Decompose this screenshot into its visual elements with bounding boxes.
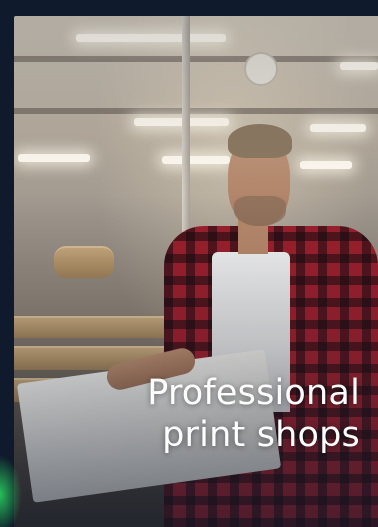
card-caption: Professional print shops xyxy=(60,372,360,456)
caption-line-2: print shops xyxy=(162,415,360,455)
caption-line-1: Professional xyxy=(147,373,360,413)
print-shops-card[interactable]: Professional print shops xyxy=(0,0,378,527)
green-accent-glow xyxy=(0,455,22,527)
